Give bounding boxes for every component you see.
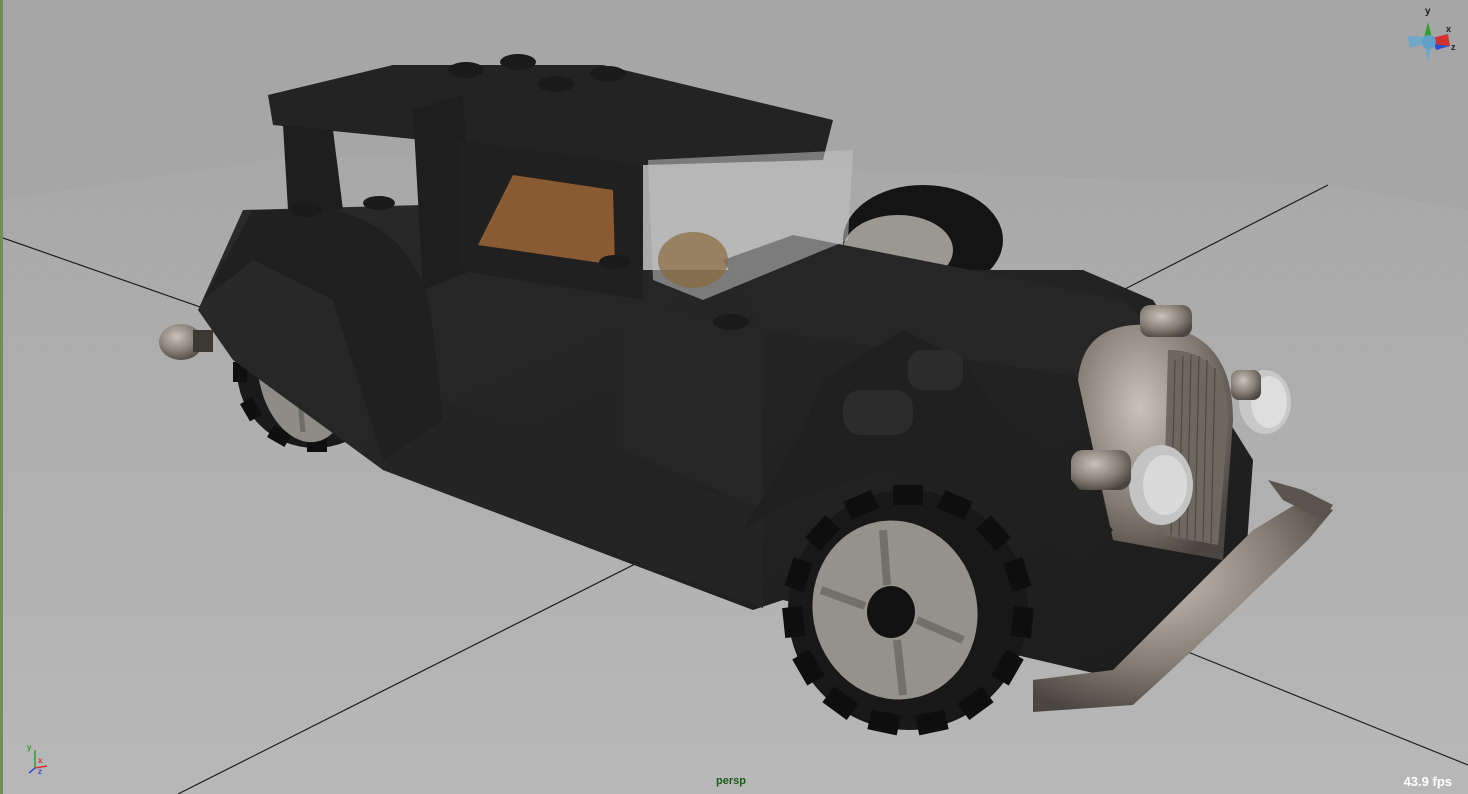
view-cube-icon[interactable] <box>1408 22 1450 62</box>
origin-axis-label-z: z <box>38 767 42 776</box>
origin-axis-label-x: x <box>38 756 43 765</box>
scene-canvas[interactable] <box>3 0 1468 794</box>
3d-viewport[interactable]: y x z y x z persp 43.9 fps <box>0 0 1468 794</box>
view-cube-label-z: z <box>1451 42 1456 52</box>
view-cube-label-x: x <box>1446 24 1451 34</box>
steering-wheel <box>658 232 728 288</box>
view-cube[interactable]: y x z <box>1398 2 1460 72</box>
origin-axis-label-y: y <box>27 743 32 752</box>
camera-name-label: persp <box>716 775 746 787</box>
view-cube-label-y: y <box>1425 6 1431 17</box>
fps-counter: 43.9 fps <box>1403 774 1452 789</box>
origin-axis-indicator: y x z <box>27 743 48 776</box>
